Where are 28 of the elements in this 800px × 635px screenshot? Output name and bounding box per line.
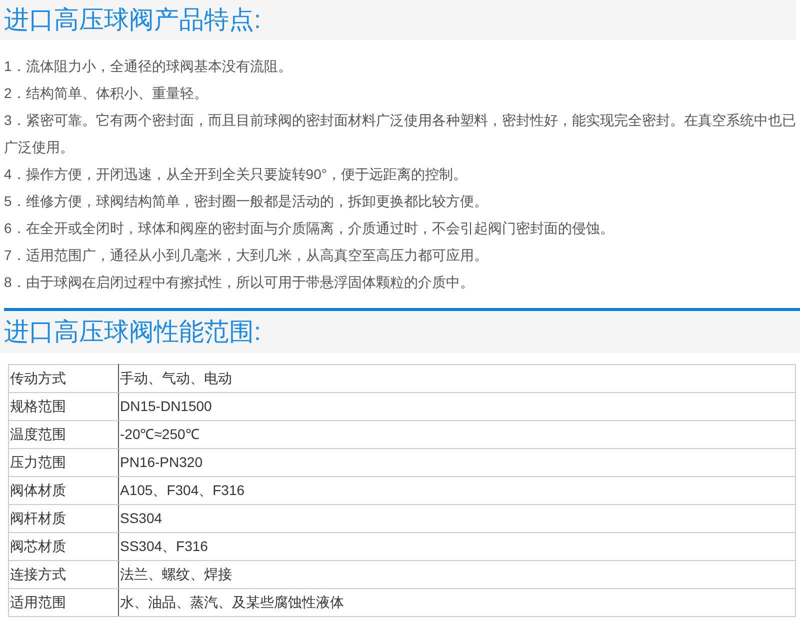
table-cell: -20℃≈250℃ xyxy=(118,420,796,448)
table-cell: DN15-DN1500 xyxy=(118,392,796,420)
feature-item: 3．紧密可靠。它有两个密封面，而且目前球阀的密封面材料广泛使用各种塑料，密封性好，能实现完全密封。在真空系统中也已广泛使用。 xyxy=(4,111,797,157)
table-cell: 阀体材质 xyxy=(8,476,118,504)
feature-item: 8．由于球阀在启闭过程中有擦拭性，所以可用于带悬浮固体颗粒的介质中。 xyxy=(4,273,475,292)
feature-item: 6．在全开或全闭时，球体和阀座的密封面与介质隔离，介质通过时，不会引起阀门密封面的侵蚀。 xyxy=(4,219,615,238)
table-cell: 阀芯材质 xyxy=(8,532,118,560)
table-cell: 适用范围 xyxy=(8,588,118,616)
feature-item: 5．维修方便，球阀结构简单，密封圈一般都是活动的，拆卸更换都比较方便。 xyxy=(4,192,489,211)
table-cell: A105、F304、F316 xyxy=(118,476,796,504)
table-cell: 规格范围 xyxy=(8,392,118,420)
table-cell: 手动、气动、电动 xyxy=(118,364,796,392)
section-heading: 进口高压球阀产品特点: xyxy=(0,0,796,40)
table-cell: 连接方式 xyxy=(8,560,118,588)
feature-item: 1．流体阻力小，全通径的球阀基本没有流阻。 xyxy=(4,57,293,76)
table-cell: 水、油品、蒸汽、及某些腐蚀性液体 xyxy=(118,588,796,616)
table-cell: PN16-PN320 xyxy=(118,448,796,476)
table-cell: SS304 xyxy=(118,504,796,532)
table-cell: 阀杆材质 xyxy=(8,504,118,532)
feature-item: 7．适用范围广，通径从小到几毫米，大到几米，从高真空至高压力都可应用。 xyxy=(4,246,489,265)
table-cell: SS304、F316 xyxy=(118,532,796,560)
table-cell: 法兰、螺纹、焊接 xyxy=(118,560,796,588)
section-heading: 进口高压球阀性能范围: xyxy=(0,311,800,353)
feature-item: 2．结构简单、体积小、重量轻。 xyxy=(4,84,209,103)
table-cell: 温度范围 xyxy=(8,420,118,448)
feature-item: 4．操作方便，开闭迅速，从全开到全关只要旋转90°，便于远距离的控制。 xyxy=(4,165,468,184)
table-cell: 压力范围 xyxy=(8,448,118,476)
table-cell: 传动方式 xyxy=(8,364,118,392)
